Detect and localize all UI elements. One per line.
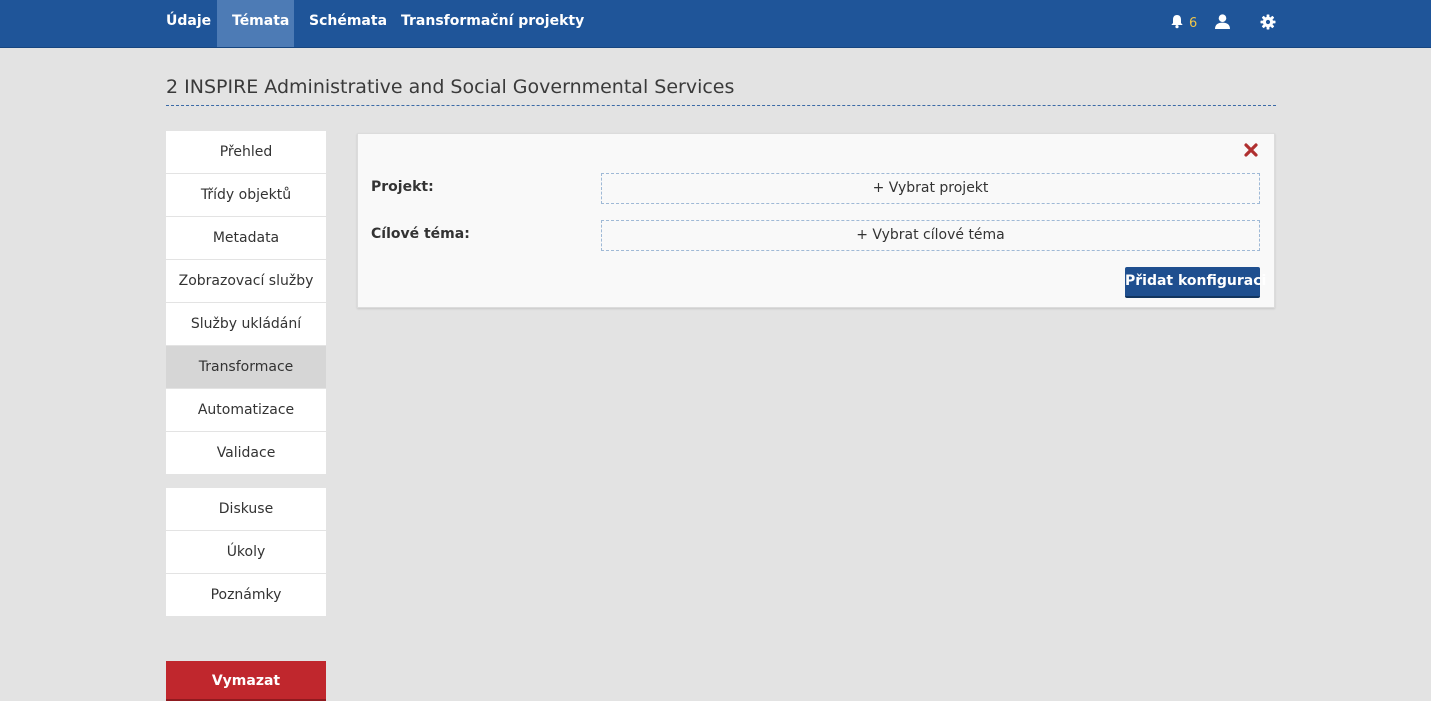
sidebar-item-poznamky[interactable]: Poznámky <box>166 574 326 616</box>
delete-button[interactable]: Vymazat <box>166 661 326 701</box>
close-icon[interactable] <box>1244 142 1258 157</box>
nav-item-transformacni-projekty[interactable]: Transformační projekty <box>386 0 599 47</box>
select-project-button[interactable]: + Vybrat projekt <box>601 173 1260 204</box>
add-configuration-button[interactable]: Přidat konfiguraci <box>1125 267 1266 298</box>
sidebar-item-tridy-objektu[interactable]: Třídy objektů <box>166 174 326 216</box>
page-title: 2 INSPIRE Administrative and Social Gove… <box>166 72 1276 106</box>
project-label: Projekt: <box>371 179 434 195</box>
sidebar-item-sluzby-ukladani[interactable]: Služby ukládání <box>166 303 326 345</box>
top-navigation-bar: Údaje Témata Schémata Transformační proj… <box>0 0 1431 48</box>
sidebar-item-metadata[interactable]: Metadata <box>166 217 326 259</box>
select-target-theme-button[interactable]: + Vybrat cílové téma <box>601 220 1260 251</box>
sidebar-item-transformace[interactable]: Transformace <box>166 346 326 388</box>
sidebar-item-diskuse[interactable]: Diskuse <box>166 488 326 530</box>
notifications-button[interactable]: 6 <box>1170 0 1197 47</box>
sidebar-item-zobrazovaci-sluzby[interactable]: Zobrazovací služby <box>166 260 326 302</box>
sidebar-item-validace[interactable]: Validace <box>166 432 326 474</box>
bell-icon <box>1170 14 1184 33</box>
notification-count-badge: 6 <box>1189 16 1198 31</box>
sidebar-item-automatizace[interactable]: Automatizace <box>166 389 326 431</box>
transformation-config-panel: Projekt: + Vybrat projekt Cílové téma: +… <box>357 133 1275 308</box>
target-theme-label: Cílové téma: <box>371 226 470 242</box>
settings-button[interactable] <box>1260 0 1276 47</box>
gear-icon <box>1260 14 1276 34</box>
sidebar-item-ukoly[interactable]: Úkoly <box>166 531 326 573</box>
nav-item-temata[interactable]: Témata <box>217 0 294 47</box>
user-icon <box>1214 14 1231 33</box>
user-menu-button[interactable] <box>1214 0 1231 47</box>
sidebar-item-prehled[interactable]: Přehled <box>166 131 326 173</box>
nav-item-udaje[interactable]: Údaje <box>151 0 226 47</box>
